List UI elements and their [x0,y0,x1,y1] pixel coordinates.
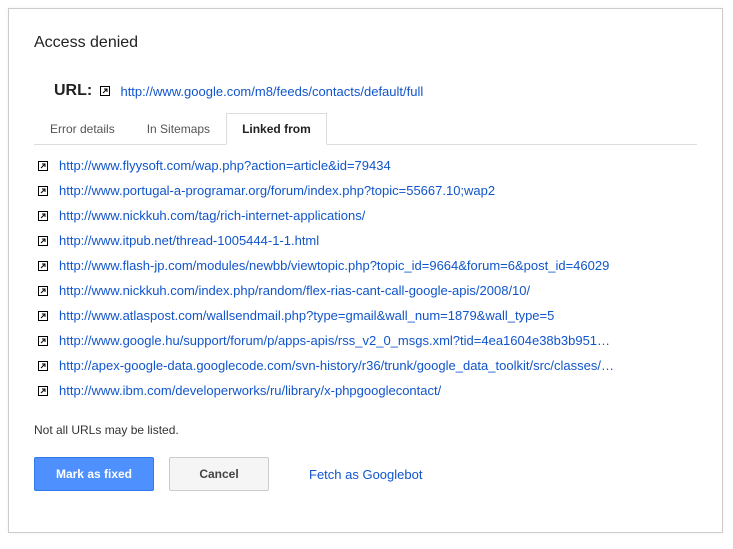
external-link-icon [38,211,48,221]
external-link-icon [38,161,48,171]
list-item: http://www.flash-jp.com/modules/newbb/vi… [34,253,697,278]
external-link-icon [38,286,48,296]
tab-linked-from[interactable]: Linked from [226,113,327,145]
tab-error-details[interactable]: Error details [34,113,131,145]
mark-as-fixed-button[interactable]: Mark as fixed [34,457,154,491]
linked-from-url[interactable]: http://www.flash-jp.com/modules/newbb/vi… [59,258,609,273]
external-link-icon [38,261,48,271]
list-item: http://www.nickkuh.com/index.php/random/… [34,278,697,303]
list-item: http://www.atlaspost.com/wallsendmail.ph… [34,303,697,328]
linked-from-url[interactable]: http://www.itpub.net/thread-1005444-1-1.… [59,233,319,248]
list-item: http://www.google.hu/support/forum/p/app… [34,328,697,353]
cancel-button[interactable]: Cancel [169,457,269,491]
linked-from-url[interactable]: http://www.ibm.com/developerworks/ru/lib… [59,383,441,398]
linked-from-url[interactable]: http://www.portugal-a-programar.org/foru… [59,183,495,198]
url-row: URL: http://www.google.com/m8/feeds/cont… [54,82,697,100]
external-link-icon [100,86,110,96]
list-item: http://www.ibm.com/developerworks/ru/lib… [34,378,697,403]
main-url-link[interactable]: http://www.google.com/m8/feeds/contacts/… [120,84,423,99]
linked-from-url[interactable]: http://www.flyysoft.com/wap.php?action=a… [59,158,391,173]
linked-from-url[interactable]: http://www.google.hu/support/forum/p/app… [59,333,610,348]
list-item: http://www.portugal-a-programar.org/foru… [34,178,697,203]
linked-from-url[interactable]: http://www.nickkuh.com/tag/rich-internet… [59,208,365,223]
tabs: Error details In Sitemaps Linked from [34,112,697,145]
dialog-actions: Mark as fixed Cancel Fetch as Googlebot [34,457,697,491]
list-item: http://www.itpub.net/thread-1005444-1-1.… [34,228,697,253]
linked-from-url[interactable]: http://apex-google-data.googlecode.com/s… [59,358,614,373]
list-item: http://www.flyysoft.com/wap.php?action=a… [34,153,697,178]
url-label: URL: [54,82,92,100]
external-link-icon [38,361,48,371]
external-link-icon [38,386,48,396]
list-note: Not all URLs may be listed. [34,423,697,437]
external-link-icon [38,236,48,246]
tab-in-sitemaps[interactable]: In Sitemaps [131,113,226,145]
dialog-title: Access denied [34,34,697,52]
linked-from-url[interactable]: http://www.nickkuh.com/index.php/random/… [59,283,530,298]
external-link-icon [38,311,48,321]
linked-from-url[interactable]: http://www.atlaspost.com/wallsendmail.ph… [59,308,554,323]
fetch-as-googlebot-link[interactable]: Fetch as Googlebot [309,467,422,482]
list-item: http://apex-google-data.googlecode.com/s… [34,353,697,378]
list-item: http://www.nickkuh.com/tag/rich-internet… [34,203,697,228]
linked-from-list: http://www.flyysoft.com/wap.php?action=a… [34,153,697,403]
external-link-icon [38,186,48,196]
external-link-icon [38,336,48,346]
access-denied-dialog: Access denied URL: http://www.google.com… [8,8,723,533]
